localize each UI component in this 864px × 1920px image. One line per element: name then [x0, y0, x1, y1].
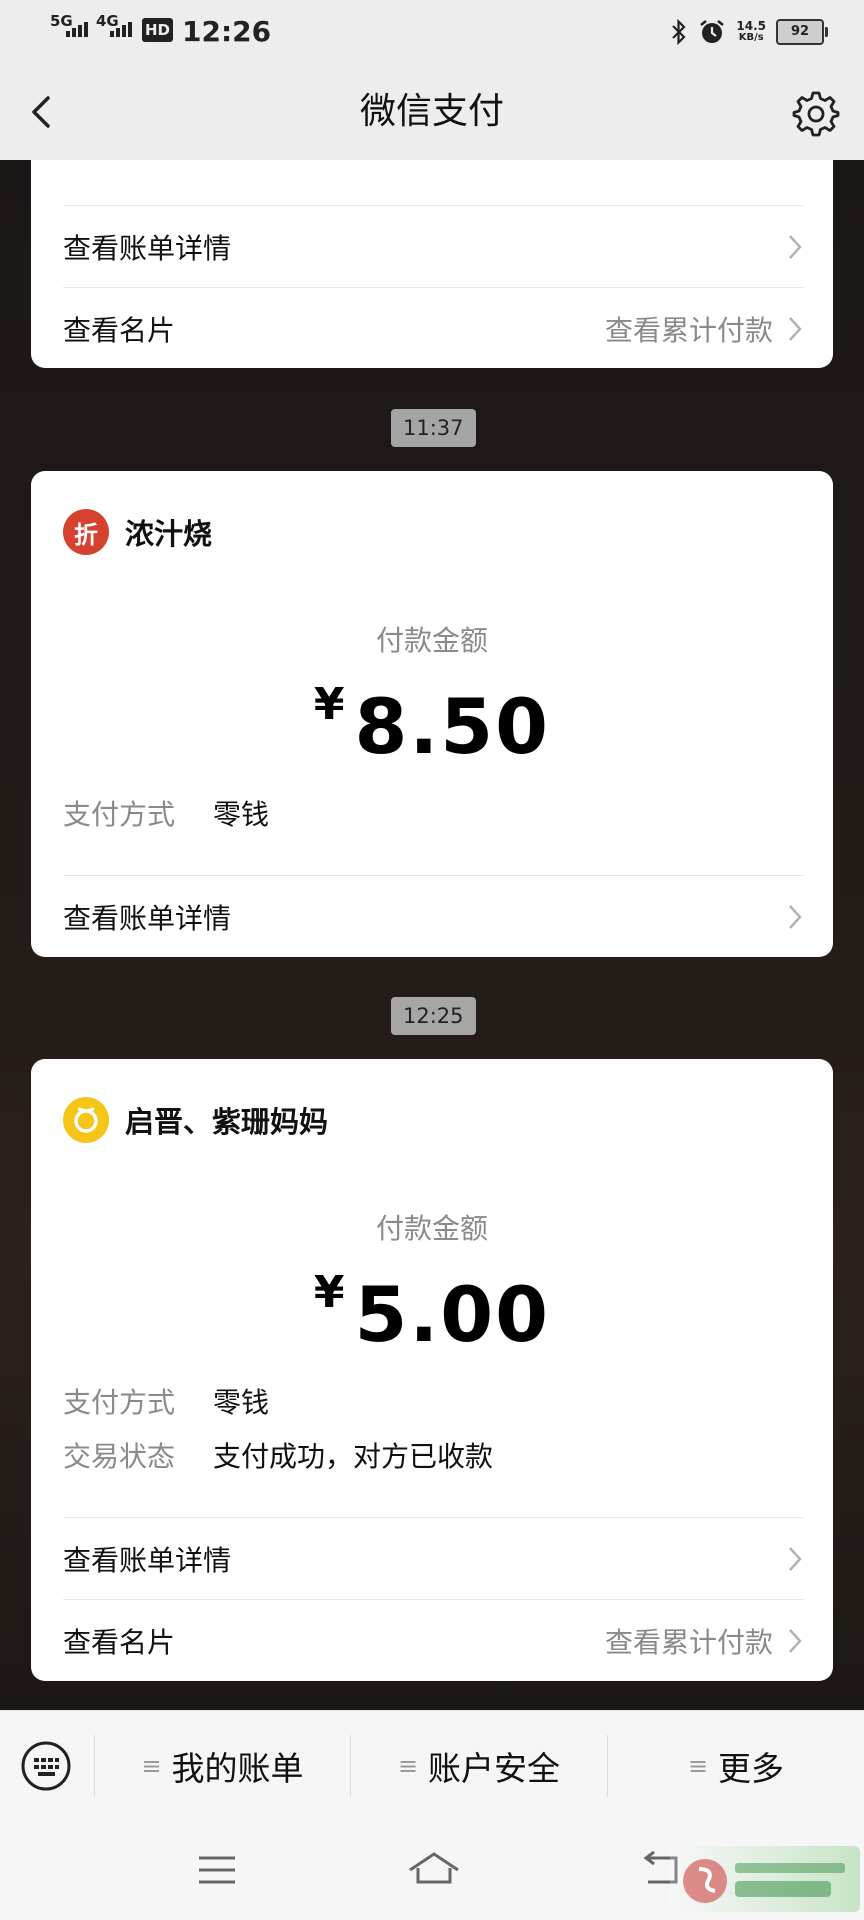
menu-lines-icon: ≡: [397, 1752, 419, 1780]
chevron-right-icon: [789, 317, 802, 341]
business-card-label: 查看名片: [63, 1626, 176, 1659]
battery-level: 92: [790, 24, 810, 39]
business-card-row[interactable]: 查看名片 查看累计付款: [63, 1599, 803, 1681]
chevron-right-icon: [789, 1547, 802, 1571]
merchant-logo-icon: [63, 1097, 109, 1143]
transaction-status-row: 交易状态 支付成功，对方已收款: [63, 1437, 493, 1477]
smile-logo-icon: [74, 1107, 98, 1133]
gear-icon: [792, 91, 840, 137]
bill-detail-label: 查看账单详情: [63, 902, 232, 935]
signal-1-icon: [66, 22, 88, 37]
bill-detail-row[interactable]: 查看账单详情: [63, 205, 803, 288]
merchant-logo-char: 折: [74, 520, 98, 549]
clock: 12:26: [182, 15, 272, 48]
chevron-right-icon: [789, 905, 802, 929]
payment-method-row: 支付方式 零钱: [63, 795, 269, 835]
amount-label: 付款金额: [375, 624, 488, 657]
amount-value: 8.50: [354, 682, 551, 771]
cumulative-payment-hint: 查看累计付款: [604, 314, 773, 347]
payment-card-previous: 查看账单详情 查看名片 查看累计付款: [31, 160, 833, 368]
menu-icon: [199, 1856, 235, 1884]
bill-detail-row[interactable]: 查看账单详情: [63, 1517, 803, 1600]
home-icon: [409, 1852, 459, 1884]
menu-my-bills-label: 我的账单: [171, 1749, 304, 1788]
bill-detail-row[interactable]: 查看账单详情: [63, 875, 803, 957]
signal-2-icon: [110, 22, 132, 37]
speed-unit: KB/s: [738, 32, 764, 43]
message-time-badge: 12:25: [391, 997, 476, 1035]
menu-account-security[interactable]: ≡ 账户安全: [351, 1711, 607, 1821]
payment-amount: ¥5.00: [31, 1267, 833, 1359]
cumulative-payment-hint: 查看累计付款: [604, 1626, 773, 1659]
menu-more[interactable]: ≡ 更多: [608, 1711, 864, 1821]
bluetooth-icon: [672, 18, 686, 46]
business-card-label: 查看名片: [63, 314, 176, 347]
battery-icon: 92: [776, 19, 828, 45]
home-button[interactable]: [406, 1846, 459, 1894]
transaction-status-label: 交易状态: [63, 1440, 176, 1473]
payment-amount: ¥8.50: [31, 679, 833, 771]
payment-method-value: 零钱: [213, 798, 270, 831]
currency-symbol: ¥: [313, 679, 345, 730]
bill-detail-label: 查看账单详情: [63, 1544, 232, 1577]
keyboard-icon: [21, 1741, 71, 1791]
keyboard-toggle-button[interactable]: [20, 1740, 72, 1792]
menu-more-label: 更多: [718, 1749, 785, 1788]
page-title: 微信支付: [359, 91, 504, 132]
network-speed: 14.5 KB/s: [736, 20, 766, 44]
merchant-name: 启晋、紫珊妈妈: [125, 1105, 329, 1139]
amount-label: 付款金额: [375, 1212, 488, 1245]
status-bar: 5G 4G HD 12:26 14.5 KB/s 92: [0, 0, 864, 64]
merchant-name: 浓汁烧: [125, 517, 213, 551]
message-time-badge: 11:37: [391, 409, 476, 447]
payment-method-row: 支付方式 零钱: [63, 1383, 269, 1423]
speed-value: 14.5: [736, 19, 766, 33]
hd-badge: HD: [142, 18, 174, 42]
menu-lines-icon: ≡: [141, 1752, 162, 1780]
payment-method-value: 零钱: [213, 1386, 270, 1419]
chevron-right-icon: [789, 1629, 802, 1653]
menu-my-bills[interactable]: ≡ 我的账单: [95, 1711, 350, 1821]
merchant-header: 启晋、紫珊妈妈: [63, 1095, 328, 1145]
title-bar: 微信支付: [0, 64, 864, 160]
merchant-header: 折 浓汁烧: [63, 507, 212, 557]
chevron-right-icon: [789, 235, 802, 259]
payment-card-1[interactable]: 折 浓汁烧 付款金额 ¥8.50 支付方式 零钱 查看账单详情: [31, 471, 833, 957]
bill-detail-label: 查看账单详情: [63, 232, 232, 265]
alarm-icon: [700, 20, 725, 43]
watermark-logo: [670, 1846, 860, 1912]
menu-lines-icon: ≡: [687, 1752, 709, 1780]
transaction-status-value: 支付成功，对方已收款: [213, 1440, 494, 1473]
merchant-logo-icon: 折: [63, 509, 109, 555]
payment-card-2[interactable]: 启晋、紫珊妈妈 付款金额 ¥5.00 支付方式 零钱 交易状态 支付成功，对方已…: [31, 1059, 833, 1681]
currency-symbol: ¥: [313, 1267, 345, 1318]
recent-apps-button[interactable]: [193, 1846, 241, 1894]
amount-value: 5.00: [354, 1270, 551, 1359]
settings-button[interactable]: [792, 90, 840, 138]
watermark-icon: [683, 1859, 845, 1903]
menu-account-security-label: 账户安全: [428, 1749, 561, 1788]
payment-method-label: 支付方式: [63, 798, 176, 831]
payment-method-label: 支付方式: [63, 1386, 176, 1419]
bottom-menu: ≡ 我的账单 ≡ 账户安全 ≡ 更多: [0, 1710, 864, 1821]
business-card-row[interactable]: 查看名片 查看累计付款: [63, 287, 803, 368]
